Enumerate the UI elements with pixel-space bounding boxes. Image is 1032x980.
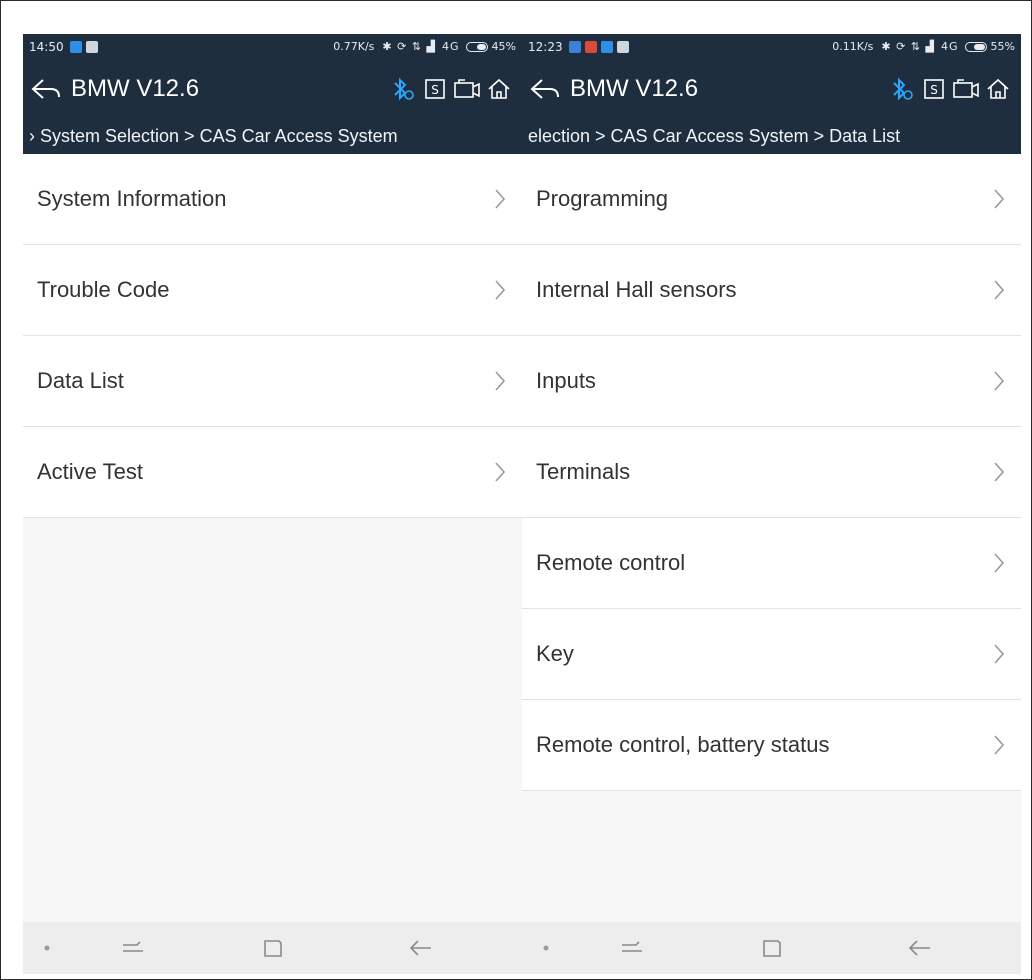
menu-item-remote-control[interactable]: Remote control [522, 518, 1021, 609]
signal-icon: ✱ ⟳ ⇅ ▟ [881, 40, 936, 53]
notification-app-icon [69, 40, 82, 53]
signal-icon: ✱ ⟳ ⇅ ▟ [382, 40, 437, 53]
network-type: 4G [442, 40, 460, 53]
menu-list: Programming Internal Hall sensors Inputs… [522, 154, 1021, 791]
menu-item-label: Active Test [37, 459, 143, 484]
right-phone-screen: 12:23 0.11K/s ✱ ⟳ ⇅ ▟ 4G 55% BMW V12.6 S [522, 34, 1021, 974]
app-title: BMW V12.6 [570, 74, 699, 102]
chevron-right-icon [991, 460, 1007, 484]
menu-item-label: Remote control, battery status [536, 732, 830, 757]
menu-item-label: Trouble Code [37, 277, 170, 302]
menu-item-label: Key [536, 641, 574, 666]
menu-item-remote-control-battery-status[interactable]: Remote control, battery status [522, 700, 1021, 791]
menu-item-label: Programming [536, 186, 669, 211]
android-nav-bar [522, 922, 1021, 974]
menu-item-internal-hall-sensors[interactable]: Internal Hall sensors [522, 245, 1021, 336]
menu-item-active-test[interactable]: Active Test [23, 427, 522, 518]
chevron-right-icon [991, 278, 1007, 302]
screenshot-frame: 14:50 0.77K/s ✱ ⟳ ⇅ ▟ 4G 45% BMW V12.6 S [0, 0, 1032, 980]
left-phone-screen: 14:50 0.77K/s ✱ ⟳ ⇅ ▟ 4G 45% BMW V12.6 S [23, 34, 522, 974]
battery-icon [964, 41, 987, 52]
chevron-right-icon [991, 187, 1007, 211]
menu-item-key[interactable]: Key [522, 609, 1021, 700]
menu-item-system-information[interactable]: System Information [23, 154, 522, 245]
net-speed: 0.77K/s [333, 40, 375, 53]
menu-item-programming[interactable]: Programming [522, 154, 1021, 245]
chevron-right-icon [991, 551, 1007, 575]
back-arrow-icon[interactable] [530, 74, 564, 104]
square-home-icon[interactable] [253, 922, 293, 974]
menu-item-trouble-code[interactable]: Trouble Code [23, 245, 522, 336]
status-time: 12:23 [528, 39, 563, 54]
s-tile-icon[interactable]: S [420, 74, 450, 104]
battery-percent: 55% [990, 40, 1015, 53]
menu-item-label: Internal Hall sensors [536, 277, 737, 302]
chevron-right-icon [991, 642, 1007, 666]
notification-message-icon [85, 40, 98, 53]
home-icon[interactable] [983, 74, 1013, 104]
bluetooth-icon[interactable] [388, 74, 418, 104]
menu-lines-icon[interactable] [612, 922, 652, 974]
notification-app-icon [600, 40, 613, 53]
svg-text:S: S [930, 83, 938, 97]
chevron-right-icon [991, 733, 1007, 757]
breadcrumb-text: election > CAS Car Access System > Data … [528, 125, 901, 146]
square-home-icon[interactable] [752, 922, 792, 974]
dot-icon [27, 922, 67, 974]
menu-item-label: Data List [37, 368, 124, 393]
menu-item-data-list[interactable]: Data List [23, 336, 522, 427]
menu-list: System Information Trouble Code Data Lis… [23, 154, 522, 518]
video-camera-icon[interactable] [452, 74, 482, 104]
chevron-right-icon [492, 187, 508, 211]
breadcrumb-text: › System Selection > CAS Car Access Syst… [29, 125, 398, 146]
net-speed: 0.11K/s [832, 40, 874, 53]
menu-item-label: System Information [37, 186, 227, 211]
back-arrow-nav-icon[interactable] [401, 922, 441, 974]
notification-alert-icon [584, 40, 597, 53]
back-arrow-icon[interactable] [31, 74, 65, 104]
status-time: 14:50 [29, 39, 64, 54]
menu-item-label: Terminals [536, 459, 631, 484]
chevron-right-icon [492, 278, 508, 302]
svg-text:S: S [431, 83, 439, 97]
network-type: 4G [941, 40, 959, 53]
menu-lines-icon[interactable] [113, 922, 153, 974]
menu-item-terminals[interactable]: Terminals [522, 427, 1021, 518]
app-header: BMW V12.6 S [23, 59, 522, 118]
s-tile-icon[interactable]: S [919, 74, 949, 104]
chevron-right-icon [991, 369, 1007, 393]
menu-item-inputs[interactable]: Inputs [522, 336, 1021, 427]
back-arrow-nav-icon[interactable] [900, 922, 940, 974]
home-icon[interactable] [484, 74, 514, 104]
video-camera-icon[interactable] [951, 74, 981, 104]
chevron-right-icon [492, 369, 508, 393]
bluetooth-icon[interactable] [887, 74, 917, 104]
app-header: BMW V12.6 S [522, 59, 1021, 118]
android-nav-bar [23, 922, 522, 974]
battery-icon [465, 41, 488, 52]
chevron-right-icon [492, 460, 508, 484]
breadcrumb: election > CAS Car Access System > Data … [522, 118, 1021, 154]
dot-icon [526, 922, 566, 974]
menu-item-label: Inputs [536, 368, 596, 393]
breadcrumb: › System Selection > CAS Car Access Syst… [23, 118, 522, 154]
notification-app-icon [568, 40, 581, 53]
menu-item-label: Remote control [536, 550, 686, 575]
battery-percent: 45% [491, 40, 516, 53]
app-title: BMW V12.6 [71, 74, 200, 102]
notification-message-icon [616, 40, 629, 53]
status-bar: 12:23 0.11K/s ✱ ⟳ ⇅ ▟ 4G 55% [522, 34, 1021, 59]
status-bar: 14:50 0.77K/s ✱ ⟳ ⇅ ▟ 4G 45% [23, 34, 522, 59]
